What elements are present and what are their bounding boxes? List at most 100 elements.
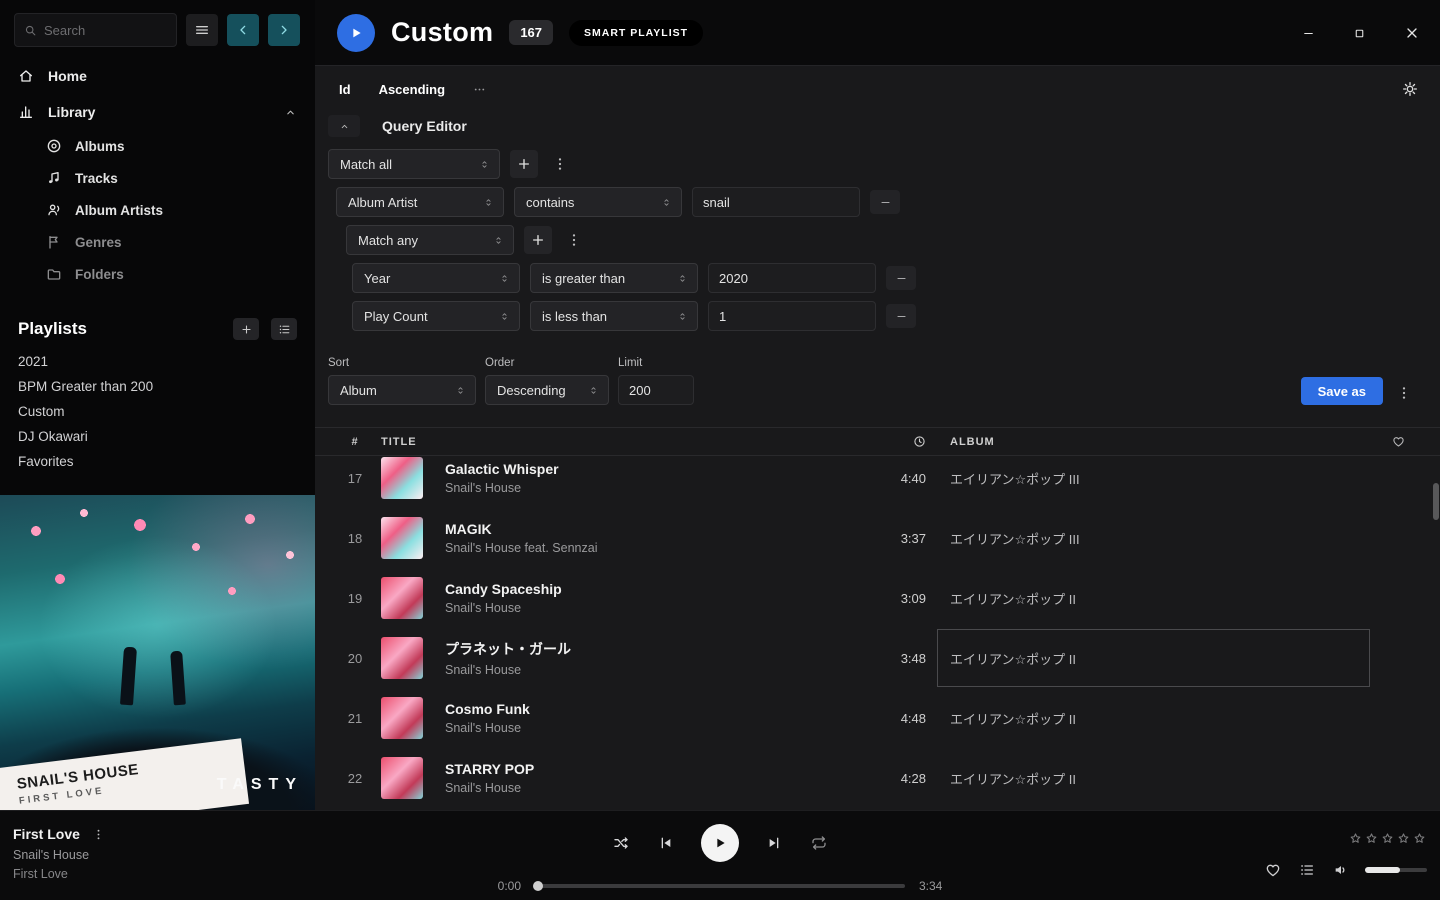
add-group-rule-button[interactable] [524,226,552,254]
now-playing-menu-button[interactable] [92,828,105,841]
sort-select[interactable]: Album [328,375,476,405]
search-input[interactable] [44,23,156,38]
column-header-duration[interactable] [846,435,926,448]
back-button[interactable] [227,14,259,46]
group-match-type-select[interactable]: Match any [346,225,514,255]
column-header-number[interactable]: # [329,436,381,448]
updown-icon [677,273,688,284]
maximize-button[interactable] [1349,23,1370,44]
playlist-item[interactable]: BPM Greater than 200 [18,374,297,399]
playlist-item[interactable]: Custom [18,399,297,424]
remove-rule-button[interactable] [870,190,900,214]
play-playlist-button[interactable] [337,14,375,52]
match-type-select[interactable]: Match all [328,149,500,179]
playlist-item[interactable]: Favorites [18,449,297,474]
sort-direction-button[interactable]: Ascending [379,82,445,97]
group-menu-button[interactable] [562,228,586,252]
group-rule-field-select[interactable]: Year [352,263,520,293]
sidebar-item-albums[interactable]: Albums [0,130,315,162]
play-pause-button[interactable] [701,824,739,862]
root-rule-menu-button[interactable] [548,152,572,176]
scrollbar-thumb[interactable] [1433,483,1439,520]
close-button[interactable] [1400,21,1424,45]
search-box[interactable] [14,13,177,47]
star-icon[interactable] [1397,832,1410,845]
query-group-row: Match any [346,225,1440,255]
queue-button[interactable] [1297,860,1317,880]
previous-track-button[interactable] [656,833,676,853]
rule-value-input[interactable] [692,187,860,217]
group-rule-operator-select[interactable]: is less than [530,301,698,331]
remove-group-rule-button[interactable] [886,266,916,290]
remove-group-rule-button[interactable] [886,304,916,328]
toolbar-more-button[interactable] [473,83,486,96]
playlist-item[interactable]: DJ Okawari [18,424,297,449]
rule-operator-select[interactable]: contains [514,187,682,217]
minimize-button[interactable] [1298,23,1319,44]
now-playing-artist: Snail's House [13,848,105,862]
save-menu-button[interactable] [1392,381,1416,405]
table-row[interactable]: 18 MAGIK Snail's House feat. Sennzai 3:3… [315,508,1440,568]
collapse-query-editor-button[interactable] [328,115,360,137]
track-artist: Snail's House [445,663,846,677]
table-row[interactable]: 19 Candy Spaceship Snail's House 3:09 エイ… [315,568,1440,628]
smart-playlist-badge: SMART PLAYLIST [569,20,703,46]
next-track-button[interactable] [764,833,784,853]
order-select[interactable]: Descending [485,375,609,405]
sidebar-item-home[interactable]: Home [0,58,315,94]
group-rule-value-input[interactable] [708,263,876,293]
shuffle-icon [613,835,629,851]
group-rule-operator-select[interactable]: is greater than [530,263,698,293]
table-row[interactable]: 20 プラネット・ガール Snail's House 3:48 エイリアン☆ポッ… [315,628,1440,688]
track-number: 19 [329,591,381,606]
group-rule-field-select[interactable]: Play Count [352,301,520,331]
sidebar-item-folders[interactable]: Folders [0,258,315,290]
favorite-button[interactable] [1263,860,1283,880]
column-header-album[interactable]: ALBUM [950,436,1370,448]
table-row[interactable]: 21 Cosmo Funk Snail's House 4:48 エイリアン☆ポ… [315,688,1440,748]
track-thumbnail [381,757,423,799]
settings-button[interactable] [1402,81,1418,97]
sort-field-button[interactable]: Id [339,82,351,97]
sidebar-item-tracks[interactable]: Tracks [0,162,315,194]
column-header-favorite[interactable] [1370,435,1426,448]
playlist-options-button[interactable] [271,318,297,340]
volume-slider[interactable] [1365,868,1427,872]
maximize-icon [1353,27,1366,40]
menu-button[interactable] [186,14,218,46]
add-playlist-button[interactable] [233,318,259,340]
track-thumbnail [381,637,423,679]
table-row[interactable]: 17 Galactic Whisper Snail's House 4:40 エ… [315,448,1440,508]
star-icon[interactable] [1381,832,1394,845]
table-row[interactable]: 22 STARRY POP Snail's House 4:28 エイリアン☆ポ… [315,748,1440,808]
add-rule-button[interactable] [510,150,538,178]
playlist-item[interactable]: 2021 [18,349,297,374]
star-icon[interactable] [1349,832,1362,845]
track-album-selected-cell[interactable]: エイリアン☆ポップ II [937,629,1370,687]
rule-field-select[interactable]: Album Artist [336,187,504,217]
star-icon[interactable] [1413,832,1426,845]
group-rule-value-input[interactable] [708,301,876,331]
sidebar-item-library[interactable]: Library [0,94,315,130]
sidebar-item-genres[interactable]: Genres [0,226,315,258]
sidebar-toolbar [0,0,315,58]
minimize-icon [1302,27,1315,40]
star-icon[interactable] [1365,832,1378,845]
seek-handle[interactable] [533,881,543,891]
limit-input[interactable] [618,375,694,405]
shuffle-button[interactable] [611,833,631,853]
group-match-value: Match any [358,233,418,248]
repeat-button[interactable] [809,833,829,853]
updown-icon [661,197,672,208]
forward-button[interactable] [268,14,300,46]
track-artist: Snail's House [445,481,846,495]
mute-button[interactable] [1331,860,1351,880]
query-editor-header: Query Editor [315,101,1440,137]
genres-label: Genres [75,235,122,250]
save-as-button[interactable]: Save as [1301,377,1383,405]
sidebar-item-album-artists[interactable]: Album Artists [0,194,315,226]
updown-icon [479,159,490,170]
close-icon [1404,25,1420,41]
column-header-title[interactable]: TITLE [381,436,846,448]
seek-bar[interactable] [535,884,905,888]
